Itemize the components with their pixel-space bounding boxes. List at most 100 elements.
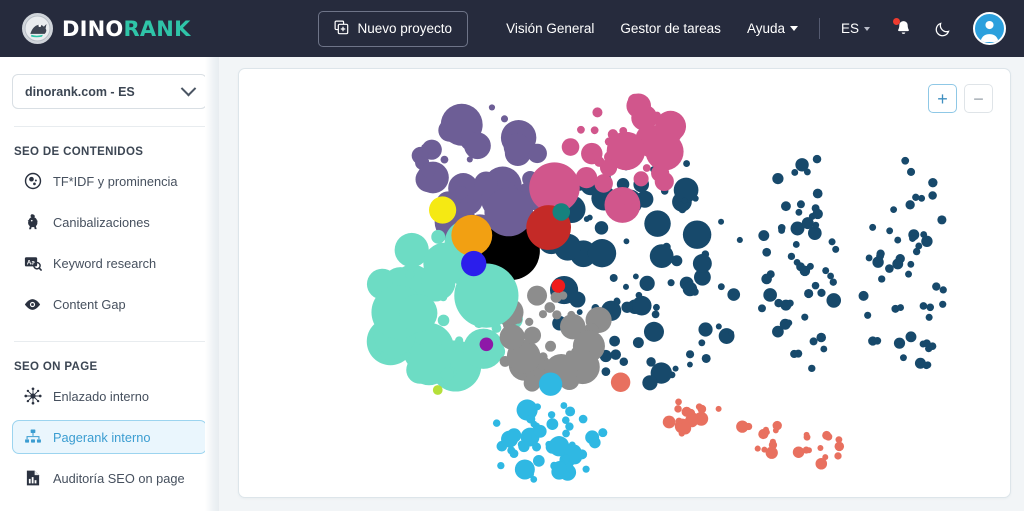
bubble-navy-mid[interactable] [772,325,784,338]
bubble-navy-main[interactable] [682,220,712,249]
bubble-navy-right[interactable] [939,300,947,308]
bubble-mint[interactable] [405,269,415,279]
bubble-salmon-b[interactable] [764,429,770,436]
bubble-navy-mid[interactable] [827,272,835,280]
bubble-navy-right[interactable] [907,167,916,176]
bubble-salmon-b[interactable] [739,426,746,433]
bubble-navy-right[interactable] [885,264,894,273]
bubble-navy-right[interactable] [937,215,947,225]
bubble-pink[interactable] [654,171,674,192]
bubble-navy-right[interactable] [892,258,904,270]
bubble-navy-right[interactable] [932,282,941,291]
bubble-navy-main[interactable] [672,365,679,372]
bubble-gray[interactable] [544,302,556,313]
bubble-gray[interactable] [499,324,525,350]
bubble-navy-main[interactable] [681,197,688,204]
bubble-navy-right[interactable] [886,227,894,235]
bubble-navy-main[interactable] [685,350,695,359]
new-project-button[interactable]: Nuevo proyecto [317,10,469,47]
bubble-navy-mid[interactable] [809,337,818,346]
bubble-purple[interactable] [500,115,509,123]
bubble-purple[interactable] [464,132,491,160]
bubble-navy-right[interactable] [922,339,931,348]
bubble-navy-main[interactable] [632,273,639,280]
bubble-pink[interactable] [590,126,599,135]
bubble-salmon-c[interactable] [817,445,824,451]
bubble-salmon-c[interactable] [803,431,810,438]
sidebar-item-keyword-research[interactable]: Aa Keyword research [12,246,207,280]
sidebar-item-auditoria-seo-on-page[interactable]: Auditoría SEO on page [12,461,207,495]
bubble-salmon-b[interactable] [768,440,778,450]
bubble-navy-mid[interactable] [790,349,799,359]
bubble-cyan-node[interactable] [538,372,563,396]
bubble-navy-mid[interactable] [791,169,799,176]
bubble-gray[interactable] [567,310,576,319]
bubble-cyan[interactable] [561,416,570,424]
bubble-largest-mint-node[interactable] [454,263,519,328]
bubble-navy-main[interactable] [701,353,711,363]
bubble-navy-main[interactable] [614,298,621,306]
bubble-navy-mid[interactable] [761,273,772,285]
bubble-largest-pink-node[interactable] [529,162,580,213]
bubble-pink[interactable] [642,164,651,172]
bubble-navy-main[interactable] [644,210,671,237]
bubble-navy-main[interactable] [652,303,660,311]
bubble-navy-mid[interactable] [832,245,840,253]
zoom-in-button[interactable]: + [928,84,957,113]
bubble-navy-main[interactable] [621,301,633,313]
bubble-navy-right[interactable] [905,270,912,278]
sidebar-item-tfidf[interactable]: TF*IDF y prominencia [12,164,207,198]
bubble-navy-mid[interactable] [816,332,827,343]
bubble-gray[interactable] [523,326,542,344]
bubble-navy-mid[interactable] [774,298,783,308]
sidebar-scrollbar[interactable] [212,135,218,511]
bubble-cyan[interactable] [546,418,559,431]
nav-link-ayuda[interactable]: Ayuda [734,13,811,44]
bubble-salmon-c[interactable] [834,452,842,460]
bubble-mint[interactable] [399,293,438,333]
bubble-cyan[interactable] [514,459,535,480]
bubble-navy-main[interactable] [642,375,658,391]
bubble-salmon-a[interactable] [715,405,722,412]
bubble-navy-mid[interactable] [795,208,803,216]
bubble-navy-right[interactable] [905,200,915,210]
bubble-pink[interactable] [631,104,658,131]
bubble-lime-node[interactable] [432,385,443,395]
bubble-navy-mid[interactable] [829,278,837,286]
bubble-salmon-b[interactable] [744,422,753,431]
bubble-mint[interactable] [439,293,448,302]
bubble-purple[interactable] [440,155,449,164]
bubble-navy-mid[interactable] [801,313,809,321]
bubble-navy-right[interactable] [899,354,907,362]
nav-link-vision-general[interactable]: Visión General [493,13,607,44]
zoom-out-button[interactable]: − [964,84,993,113]
bubble-navy-right[interactable] [926,303,935,312]
bubble-navy-mid[interactable] [781,201,791,212]
bubble-salmon-b[interactable] [761,446,768,453]
bubble-navy-right[interactable] [925,313,933,321]
bubble-navy-right[interactable] [915,242,923,250]
bubble-largest-purple-node[interactable] [484,187,534,237]
bubble-navy-main[interactable] [718,218,725,225]
bubble-navy-mid[interactable] [826,293,842,308]
bubble-navy-mid[interactable] [799,265,811,277]
nav-link-gestor-de-tareas[interactable]: Gestor de tareas [607,13,734,44]
bubble-navy-main[interactable] [717,283,725,291]
bubble-navy-right[interactable] [858,290,869,301]
bubble-pink[interactable] [594,174,613,193]
bubble-navy-main[interactable] [698,322,713,337]
bubble-pink[interactable] [592,107,603,118]
bubble-salmon-c[interactable] [792,446,805,458]
bubble-navy-mid[interactable] [817,288,826,298]
bubble-cyan[interactable] [565,406,576,417]
bubble-salmon-node[interactable] [610,372,631,392]
bubble-navy-main[interactable] [619,357,629,367]
bubble-navy-right[interactable] [864,311,872,319]
bubble-navy-right[interactable] [922,362,930,370]
bubble-blue-node[interactable] [461,250,487,277]
bubble-navy-main[interactable] [569,291,586,308]
bubble-navy-main[interactable] [667,279,675,287]
brand-logo[interactable]: DINORANK [22,13,191,44]
bubble-navy-right[interactable] [901,156,910,165]
bubble-orange-node[interactable] [451,214,493,256]
